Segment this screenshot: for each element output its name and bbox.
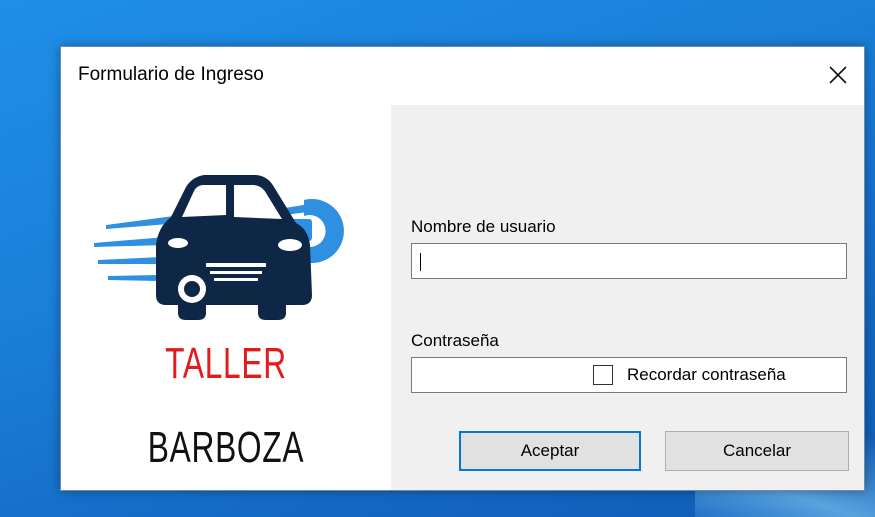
branding-panel: TALLER BARBOZA — [61, 105, 391, 490]
text-caret — [420, 253, 421, 271]
username-label: Nombre de usuario — [411, 217, 556, 236]
brand-line-taller: TALLER — [165, 339, 287, 388]
remember-label: Recordar contraseña — [627, 365, 786, 384]
accept-button[interactable]: Aceptar — [459, 431, 641, 471]
password-label: Contraseña — [411, 331, 499, 350]
title-bar[interactable]: Formulario de Ingreso — [61, 47, 864, 105]
login-dialog: Formulario de Ingreso TALLER BARBOZA Nom… — [60, 46, 865, 491]
car-wrench-logo-icon — [86, 145, 356, 325]
window-title: Formulario de Ingreso — [78, 64, 264, 85]
brand-line-barboza: BARBOZA — [147, 423, 305, 472]
cancel-button[interactable]: Cancelar — [665, 431, 849, 471]
remember-password-option[interactable]: Recordar contraseña — [593, 365, 786, 385]
username-field[interactable] — [411, 243, 847, 279]
close-icon[interactable] — [820, 57, 856, 93]
remember-checkbox[interactable] — [593, 365, 613, 385]
form-panel: Nombre de usuario Contraseña Recordar co… — [391, 105, 864, 490]
